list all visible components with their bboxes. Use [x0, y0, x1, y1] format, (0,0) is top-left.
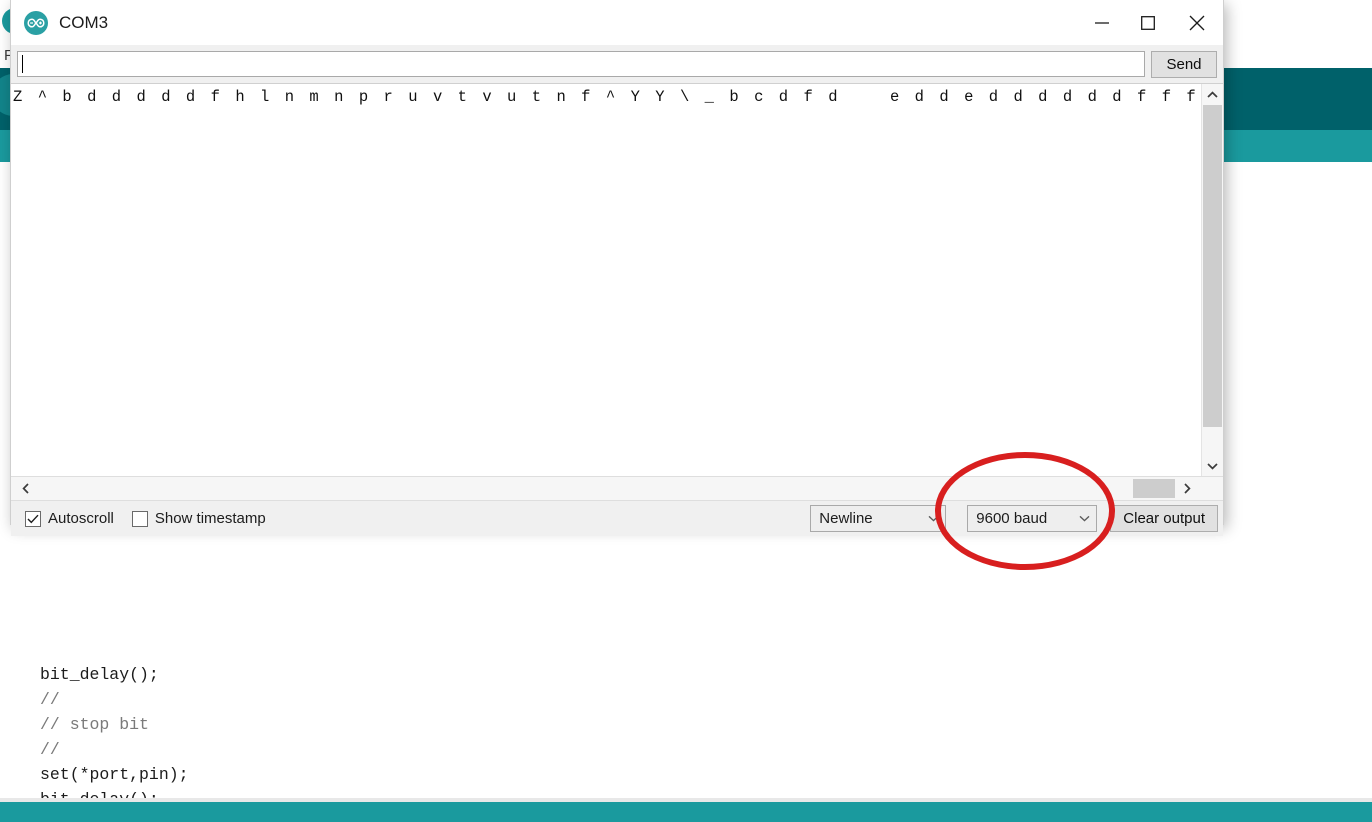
- serial-output-text: Z ^ b d d d d d f h l n m n p r u v t v …: [13, 88, 1199, 106]
- text-caret: [22, 55, 23, 73]
- serial-output-pane[interactable]: Z ^ b d d d d d f h l n m n p r u v t v …: [11, 84, 1201, 476]
- baud-rate-select[interactable]: 9600 baud: [967, 505, 1098, 532]
- autoscroll-label: Autoscroll: [48, 510, 114, 527]
- serial-send-input[interactable]: [17, 51, 1145, 77]
- horizontal-scrollbar[interactable]: [11, 476, 1223, 501]
- clear-output-button[interactable]: Clear output: [1110, 505, 1218, 532]
- window-title: COM3: [59, 12, 109, 32]
- chevron-down-icon: [928, 515, 939, 522]
- line-ending-select[interactable]: Newline: [810, 505, 947, 532]
- checkbox-unchecked-icon: [131, 510, 148, 527]
- serial-monitor-window: COM3 Send Z ^ b d d d d d f h l n m n p …: [10, 0, 1224, 536]
- checkbox-checked-icon: [25, 510, 41, 527]
- serial-monitor-titlebar[interactable]: COM3: [11, 0, 1223, 45]
- minimize-icon[interactable]: [1079, 0, 1125, 45]
- chevron-left-icon[interactable]: [15, 477, 36, 499]
- vertical-scrollbar[interactable]: [1201, 84, 1223, 476]
- code-line: //: [40, 690, 60, 710]
- send-button[interactable]: Send: [1151, 50, 1217, 78]
- send-row: Send: [11, 45, 1223, 83]
- code-line: // stop bit: [40, 715, 149, 735]
- serial-monitor-bottom-bar: Autoscroll Show timestamp Newline 9600 b…: [11, 501, 1223, 536]
- chevron-down-icon[interactable]: [1202, 455, 1223, 476]
- chevron-up-icon[interactable]: [1202, 84, 1223, 105]
- autoscroll-checkbox[interactable]: Autoscroll: [25, 510, 114, 527]
- ide-status-bar: [0, 802, 1372, 822]
- maximize-icon[interactable]: [1125, 0, 1171, 45]
- vertical-scrollbar-thumb[interactable]: [1203, 105, 1222, 427]
- horizontal-scrollbar-thumb[interactable]: [1133, 479, 1175, 498]
- serial-output-area: Z ^ b d d d d d f h l n m n p r u v t v …: [11, 83, 1223, 476]
- show-timestamp-label: Show timestamp: [154, 510, 266, 527]
- arduino-infinity-icon: [24, 10, 48, 35]
- code-line: bit_delay();: [40, 665, 159, 684]
- window-controls: [1079, 0, 1223, 45]
- show-timestamp-checkbox[interactable]: Show timestamp: [131, 510, 266, 527]
- line-ending-value: Newline: [819, 510, 873, 527]
- close-icon[interactable]: [1171, 0, 1223, 45]
- chevron-down-icon: [1079, 515, 1090, 522]
- chevron-right-icon[interactable]: [1176, 477, 1197, 499]
- code-line: set(*port,pin);: [40, 765, 189, 785]
- bottom-bar-controls: Newline 9600 baud Clear output: [810, 505, 1218, 532]
- code-line: //: [40, 740, 60, 760]
- baud-rate-value: 9600 baud: [976, 510, 1048, 527]
